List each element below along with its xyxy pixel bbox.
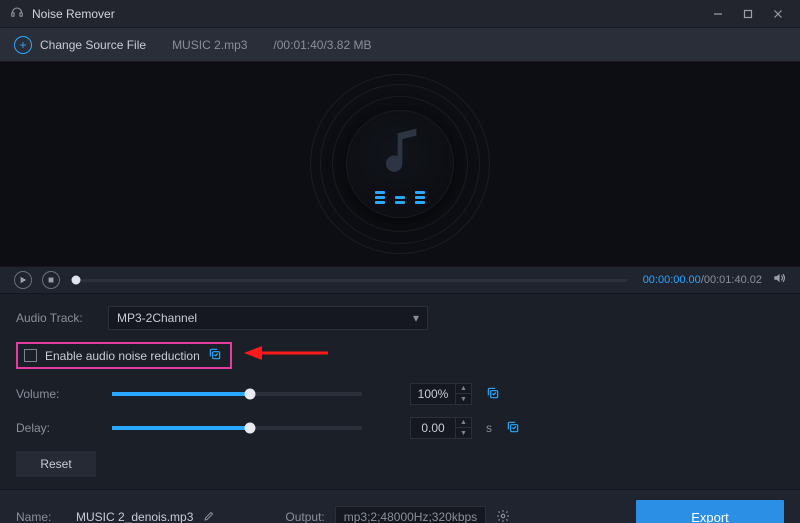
delay-input[interactable]: 0.00 ▲▼ <box>410 417 472 439</box>
progress-handle[interactable] <box>72 276 81 285</box>
change-source-button[interactable]: + Change Source File <box>14 36 146 54</box>
output-settings-icon[interactable] <box>496 509 510 523</box>
total-time: 00:01:40.02 <box>704 274 762 286</box>
music-note-icon <box>372 124 428 180</box>
delay-step-up[interactable]: ▲ <box>456 418 471 428</box>
annotation-arrow-icon <box>244 344 328 362</box>
time-display: 00:00:00.00/00:01:40.02 <box>643 274 762 286</box>
output-format-display: mp3;2;48000Hz;320kbps <box>335 506 486 523</box>
disc-visual <box>310 74 490 254</box>
audio-track-select[interactable]: MP3-2Channel ▾ <box>108 306 428 330</box>
volume-step-down[interactable]: ▼ <box>456 394 471 404</box>
export-label: Export <box>691 510 729 523</box>
output-name: MUSIC 2_denois.mp3 <box>76 510 193 523</box>
playback-bar: 00:00:00.00/00:01:40.02 <box>0 266 800 294</box>
delay-value: 0.00 <box>411 421 455 435</box>
delay-slider-handle[interactable] <box>244 423 255 434</box>
window-minimize-button[interactable] <box>704 4 732 24</box>
audio-preview-area <box>0 62 800 266</box>
volume-value: 100% <box>411 387 455 401</box>
current-time: 00:00:00.00 <box>643 274 701 286</box>
volume-slider-handle[interactable] <box>244 389 255 400</box>
noise-reduction-checkbox[interactable] <box>24 349 37 362</box>
volume-icon[interactable] <box>772 271 786 290</box>
output-label: Output: <box>285 510 324 523</box>
audio-track-value: MP3-2Channel <box>117 311 197 325</box>
reset-button[interactable]: Reset <box>16 451 96 477</box>
reset-label: Reset <box>40 457 71 471</box>
delay-step-down[interactable]: ▼ <box>456 428 471 438</box>
audio-track-label: Audio Track: <box>16 311 94 325</box>
delay-slider[interactable] <box>112 426 362 430</box>
app-title: Noise Remover <box>32 7 115 21</box>
stop-button[interactable] <box>42 271 60 289</box>
edit-name-icon[interactable] <box>203 510 215 523</box>
title-bar: Noise Remover <box>0 0 800 28</box>
app-logo-icon <box>10 4 24 23</box>
settings-panel: Audio Track: MP3-2Channel ▾ Enable audio… <box>0 294 800 489</box>
export-button[interactable]: Export <box>636 500 784 523</box>
footer-panel: Name: MUSIC 2_denois.mp3 Output: mp3;2;4… <box>0 489 800 523</box>
change-source-label: Change Source File <box>40 38 146 52</box>
noise-reduction-label: Enable audio noise reduction <box>45 349 200 363</box>
volume-apply-all-icon[interactable] <box>486 386 500 403</box>
source-fileinfo: /00:01:40/3.82 MB <box>273 38 371 52</box>
delay-unit: s <box>486 421 492 435</box>
source-filename: MUSIC 2.mp3 <box>172 38 247 52</box>
equalizer-icon <box>375 190 425 204</box>
chevron-down-icon: ▾ <box>413 311 419 325</box>
play-button[interactable] <box>14 271 32 289</box>
source-header: + Change Source File MUSIC 2.mp3 /00:01:… <box>0 28 800 62</box>
volume-input[interactable]: 100% ▲▼ <box>410 383 472 405</box>
output-format-value: mp3;2;48000Hz;320kbps <box>344 510 477 523</box>
delay-label: Delay: <box>16 421 94 435</box>
volume-label: Volume: <box>16 387 94 401</box>
delay-apply-all-icon[interactable] <box>506 420 520 437</box>
playback-progress[interactable] <box>76 279 627 282</box>
window-close-button[interactable] <box>764 4 792 24</box>
apply-all-icon[interactable] <box>208 347 222 364</box>
volume-slider[interactable] <box>112 392 362 396</box>
noise-reduction-highlight: Enable audio noise reduction <box>16 342 232 369</box>
plus-circle-icon: + <box>14 36 32 54</box>
volume-step-up[interactable]: ▲ <box>456 384 471 394</box>
window-maximize-button[interactable] <box>734 4 762 24</box>
name-label: Name: <box>16 510 66 523</box>
